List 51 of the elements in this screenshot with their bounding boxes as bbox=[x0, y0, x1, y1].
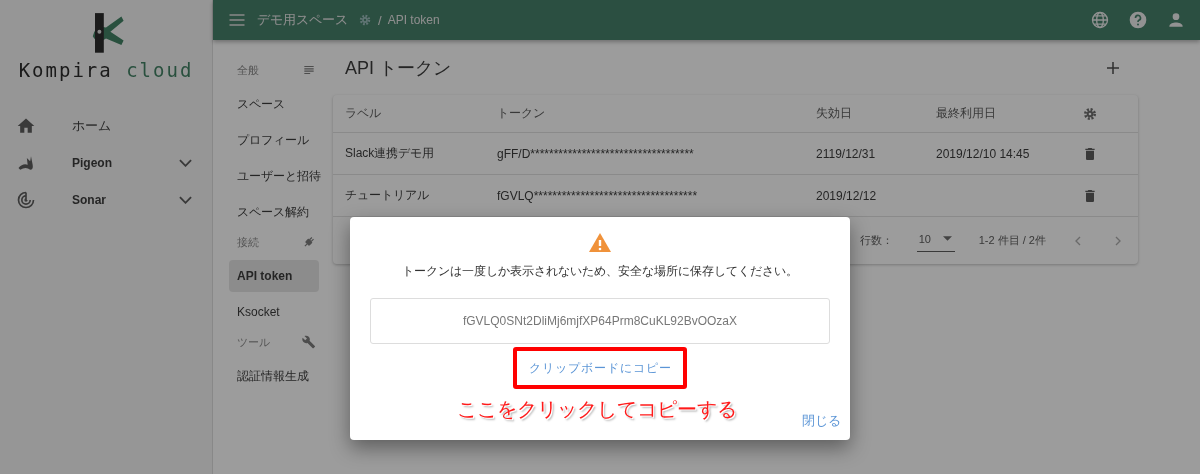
warning-icon bbox=[588, 231, 612, 255]
column-header: 失効日 bbox=[816, 105, 853, 122]
trash-icon[interactable] bbox=[1082, 187, 1098, 204]
table-cell-text: チュートリアル bbox=[345, 187, 430, 204]
trash-icon[interactable] bbox=[1082, 145, 1098, 162]
nav-item[interactable]: Ksocket bbox=[229, 296, 319, 328]
column-header: 最終利用日 bbox=[936, 105, 997, 122]
nav-item[interactable]: ユーザーと招待 bbox=[229, 160, 319, 192]
nav-item[interactable]: スペース bbox=[229, 88, 319, 120]
sidebar-item[interactable]: ホーム bbox=[0, 107, 212, 144]
copy-button[interactable]: クリップボードにコピー bbox=[513, 347, 687, 389]
column-header: トークン bbox=[497, 105, 546, 122]
page-range: 1-2 件目 / 2件 bbox=[978, 233, 1046, 248]
section-heading: 全般 bbox=[237, 62, 259, 78]
user-icon[interactable] bbox=[1166, 10, 1186, 30]
chevron-icon bbox=[179, 158, 192, 167]
token-field[interactable]: fGVLQ0SNt2DliMj6mjfXP64Prm8CuKL92BvOOzaX bbox=[370, 298, 830, 344]
breadcrumb-separator: / bbox=[378, 12, 382, 28]
annotation-text: ここをクリックしてコピーする bbox=[457, 397, 737, 422]
wrench-icon bbox=[302, 335, 316, 349]
table-cell-text: 2019/12/12 bbox=[816, 188, 878, 203]
nav-item[interactable]: API token bbox=[229, 260, 319, 292]
list-icon bbox=[302, 63, 316, 77]
rows-per-page-label: 行数： bbox=[859, 233, 893, 248]
table-cell-text: 2119/12/31 bbox=[816, 146, 877, 161]
plug-icon bbox=[302, 235, 316, 249]
table-cell-text: 2019/12/10 14:45 bbox=[936, 146, 1031, 161]
sidebar-item[interactable]: Pigeon bbox=[0, 144, 212, 181]
close-button[interactable]: 閉じる bbox=[798, 410, 845, 432]
settings-icon[interactable] bbox=[1082, 105, 1098, 122]
table-cell-text: Slack連携デモ用 bbox=[345, 145, 436, 162]
nav-item[interactable]: 認証情報生成 bbox=[229, 360, 319, 392]
breadcrumb-current: API token bbox=[387, 13, 440, 27]
globe-icon[interactable] bbox=[1090, 10, 1110, 30]
table-cell-text: gFF/D*********************************** bbox=[497, 146, 695, 161]
breadcrumb-link[interactable]: デモ用スペース bbox=[257, 11, 348, 29]
sidebar-item[interactable]: Sonar bbox=[0, 181, 212, 218]
page-title: API トークン bbox=[345, 56, 451, 80]
settings-icon[interactable] bbox=[358, 13, 372, 27]
chevron-icon bbox=[179, 195, 192, 204]
nav-item[interactable]: スペース解約 bbox=[229, 196, 319, 228]
help-icon[interactable] bbox=[1128, 10, 1148, 30]
caret-icon bbox=[943, 236, 952, 242]
section-heading: 接続 bbox=[237, 234, 259, 250]
logo-wordmark: Kompira cloud bbox=[18, 59, 194, 81]
radar-icon bbox=[16, 189, 36, 210]
nav-item[interactable]: プロフィール bbox=[229, 124, 319, 156]
rows-per-page-select[interactable]: 10 bbox=[916, 229, 955, 252]
table-cell-text: fGVLQ*********************************** bbox=[497, 188, 699, 203]
column-header: ラベル bbox=[345, 105, 382, 122]
dialog-message: トークンは一度しか表示されないため、安全な場所に保存してください。 bbox=[402, 263, 798, 280]
